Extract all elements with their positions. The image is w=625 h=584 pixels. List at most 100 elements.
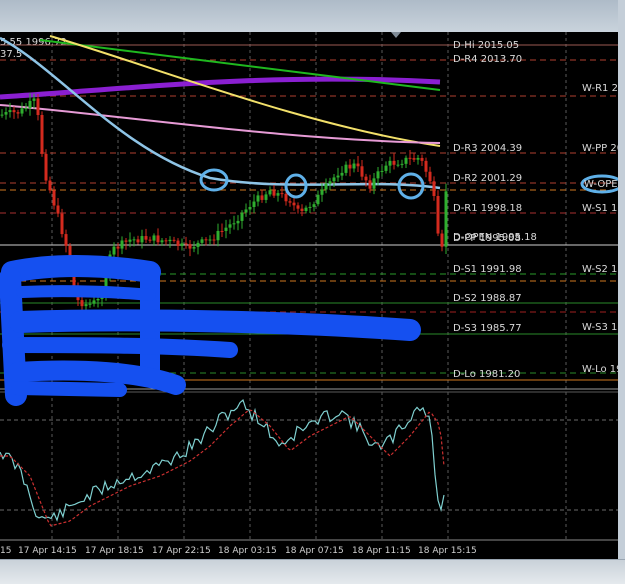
candle-body xyxy=(40,115,44,154)
candle-body xyxy=(432,181,436,197)
candle-body xyxy=(388,160,392,166)
candle-body xyxy=(208,239,212,241)
candle-body xyxy=(36,98,40,116)
candle-body xyxy=(328,181,332,184)
candle-body xyxy=(160,240,164,243)
candle-body xyxy=(224,227,228,231)
level-label-d-r1: D-R1 1998.18 xyxy=(453,203,522,214)
time-tick: 17 Apr 22:15 xyxy=(152,546,211,556)
level-label-d-s3: D-S3 1985.77 xyxy=(453,323,522,334)
candle-body xyxy=(348,164,352,169)
candle-body xyxy=(4,112,8,115)
level-label-w-pp: W-PP 20 xyxy=(582,143,623,154)
candle-body xyxy=(200,239,204,243)
candle-body xyxy=(352,163,356,169)
time-tick: 15 xyxy=(0,546,11,556)
candle-body xyxy=(236,220,240,224)
candle-body xyxy=(204,239,208,241)
price-chart[interactable]: 5.55 1996.72 37.5 D-Hi 2015.05 D-R4 2013… xyxy=(0,0,625,584)
level-label-d-lo: D-Lo 1981.20 xyxy=(453,369,520,380)
candle-body xyxy=(124,240,128,242)
candle-body xyxy=(12,110,16,113)
candle-body xyxy=(80,300,84,307)
candle-body xyxy=(92,300,96,304)
candle-body xyxy=(364,176,368,181)
level-label-d-s1: D-S1 1991.98 xyxy=(453,264,522,275)
candle-body xyxy=(312,204,316,207)
time-tick: 18 Apr 11:15 xyxy=(352,546,411,556)
candle-body xyxy=(88,303,92,305)
candle-body xyxy=(436,196,440,234)
candle-body xyxy=(396,164,400,166)
candle-body xyxy=(256,195,260,202)
candle-body xyxy=(412,158,416,160)
candle-body xyxy=(56,205,60,214)
candle-body xyxy=(288,201,292,203)
candle-body xyxy=(316,194,320,205)
candle-body xyxy=(296,205,300,209)
candle-body xyxy=(168,239,172,242)
candle-body xyxy=(420,157,424,161)
candle-body xyxy=(356,163,360,167)
time-tick: 17 Apr 18:15 xyxy=(85,546,144,556)
candle-body xyxy=(216,230,220,241)
time-tick: 17 Apr 14:15 xyxy=(18,546,77,556)
candle-body xyxy=(8,110,12,113)
candle-body xyxy=(272,190,276,196)
candle-body xyxy=(304,207,308,212)
time-axis: 15 17 Apr 14:15 17 Apr 18:15 17 Apr 22:1… xyxy=(0,546,477,556)
time-tick: 18 Apr 03:15 xyxy=(218,546,277,556)
candle-body xyxy=(184,243,188,245)
candle-body xyxy=(136,239,140,243)
candle-body xyxy=(60,213,64,235)
candle-body xyxy=(156,235,160,243)
candle-body xyxy=(0,114,4,116)
candle-body xyxy=(416,157,420,160)
candle-body xyxy=(148,239,152,241)
candle-body xyxy=(220,230,224,232)
candle-body xyxy=(372,178,376,189)
candle-body xyxy=(152,235,156,241)
candle-body xyxy=(240,212,244,221)
candle-body xyxy=(52,190,56,206)
candle-body xyxy=(132,239,136,241)
candle-body xyxy=(20,108,24,114)
candle-body xyxy=(268,190,272,195)
time-tick: 18 Apr 15:15 xyxy=(418,546,477,556)
candle-body xyxy=(300,208,304,212)
candle-body xyxy=(172,239,176,241)
level-label-d-hi: D-Hi 2015.05 xyxy=(453,40,519,51)
candle-body xyxy=(64,234,68,246)
candle-body xyxy=(336,175,340,178)
candle-body xyxy=(180,243,184,246)
candle-body xyxy=(44,153,48,181)
candle-body xyxy=(140,236,144,243)
candle-body xyxy=(444,191,448,247)
level-label-w-lo: W-Lo 19 xyxy=(582,364,623,375)
level-label-d-s2: D-S2 1988.87 xyxy=(453,293,522,304)
candle-body xyxy=(400,163,404,165)
candle-body xyxy=(276,193,280,196)
candle-body xyxy=(384,165,388,171)
candle-body xyxy=(404,157,408,164)
candle-body xyxy=(188,244,192,249)
candle-body xyxy=(428,171,432,182)
candle-body xyxy=(48,180,52,191)
candle-body xyxy=(280,193,284,195)
candle-body xyxy=(344,164,348,173)
candle-body xyxy=(164,240,168,242)
candle-body xyxy=(284,193,288,202)
candle-body xyxy=(192,247,196,249)
candle-body xyxy=(368,180,372,189)
candle-body xyxy=(340,172,344,176)
candle-body xyxy=(232,223,236,225)
candle-body xyxy=(264,194,268,200)
candle-body xyxy=(324,183,328,190)
level-label-d-r3: D-R3 2004.39 xyxy=(453,143,522,154)
candle-body xyxy=(176,240,180,246)
candle-body xyxy=(380,170,384,172)
candle-body xyxy=(116,246,120,249)
candle-body xyxy=(128,239,132,242)
candle-body xyxy=(376,171,380,179)
terminal-window: 5.55 1996.72 37.5 D-Hi 2015.05 D-R4 2013… xyxy=(0,0,625,584)
